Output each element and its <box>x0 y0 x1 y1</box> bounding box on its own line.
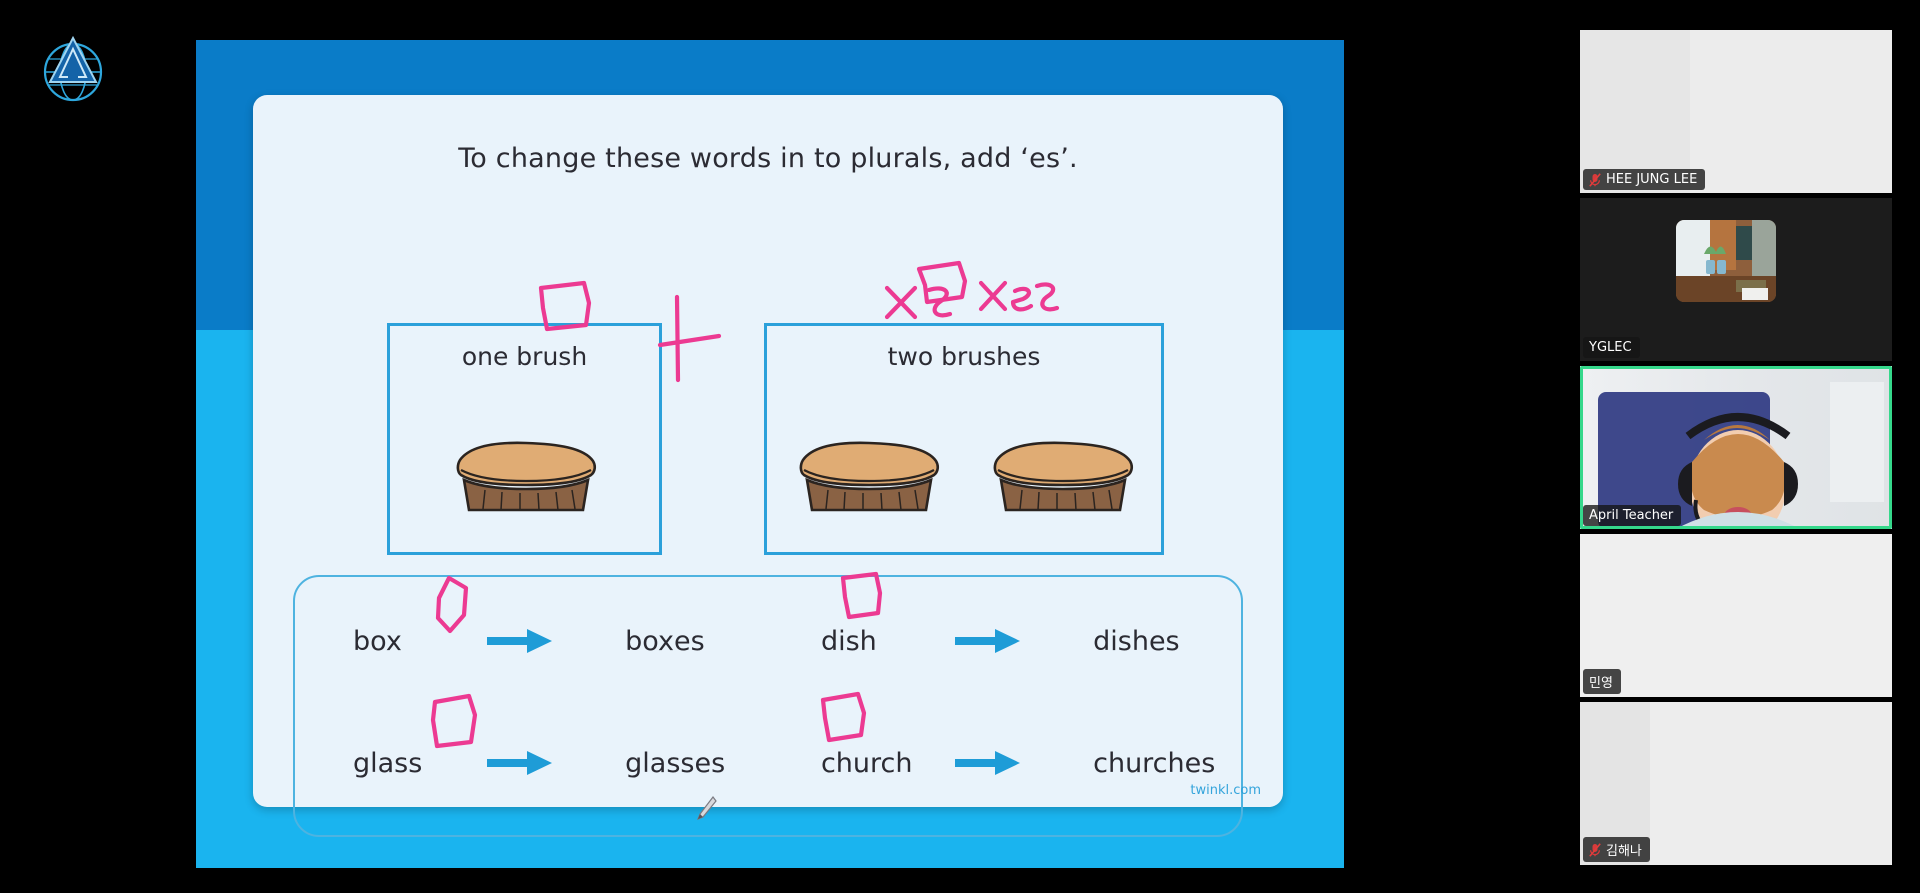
word-plural-cell: glass es <box>625 735 763 791</box>
participant-video <box>1676 220 1776 302</box>
muted-mic-icon <box>1589 842 1601 857</box>
brush-illustration <box>989 430 1137 512</box>
brush-illustration <box>452 430 600 512</box>
right-arrow-icon <box>955 751 1021 775</box>
participant-tile[interactable]: YGLEC <box>1580 198 1892 361</box>
word-singular: church <box>820 747 913 779</box>
word-plural-stem: box <box>625 625 674 657</box>
word-arrow-cell <box>487 613 625 669</box>
word-plural-stem: church <box>1093 747 1185 779</box>
right-arrow-icon <box>487 751 553 775</box>
participant-nametag: 민영 <box>1583 669 1621 694</box>
word-row: glass glass es church church es <box>295 735 1241 791</box>
two-brushes-label: two brushes <box>887 342 1041 371</box>
participant-name: 민영 <box>1589 676 1613 691</box>
participant-rail: HEE JUNG LEE YGLEC April Teacher 민영 김해나 <box>1580 30 1892 865</box>
screen-root: To change these words in to plurals, add… <box>0 0 1920 893</box>
participant-tile[interactable]: HEE JUNG LEE <box>1580 30 1892 193</box>
slide-title: To change these words in to plurals, add… <box>458 143 1078 174</box>
one-brush-box: one brush <box>387 323 662 555</box>
word-row: box box es dish dish es <box>295 613 1241 669</box>
participant-nametag: 김해나 <box>1583 837 1650 862</box>
participant-tile[interactable]: 김해나 <box>1580 702 1892 865</box>
participant-nametag: April Teacher <box>1583 505 1682 526</box>
word-singular: dish <box>820 625 877 657</box>
participant-name: 김해나 <box>1606 844 1642 859</box>
academy-globe-logo <box>34 32 112 108</box>
word-arrow-cell <box>487 735 625 791</box>
participant-tile-active[interactable]: April Teacher <box>1580 366 1892 529</box>
participant-name: YGLEC <box>1589 340 1632 355</box>
word-singular-cell: church <box>821 735 955 791</box>
right-arrow-icon <box>487 629 553 653</box>
twinkl-watermark: twinkl.com <box>1190 783 1261 798</box>
word-plural-stem: dish <box>1093 625 1149 657</box>
word-plural-suffix: es <box>1148 625 1180 657</box>
participant-name: April Teacher <box>1589 508 1674 523</box>
right-arrow-icon <box>955 629 1021 653</box>
word-singular: glass <box>353 747 423 779</box>
one-brush-label: one brush <box>461 342 588 371</box>
pencil-cursor <box>696 795 718 821</box>
participant-tile[interactable]: 민영 <box>1580 534 1892 697</box>
word-arrow-cell <box>955 613 1093 669</box>
participant-nametag: HEE JUNG LEE <box>1583 169 1706 190</box>
word-plural-cell: dish es <box>1093 613 1241 669</box>
word-singular: box <box>353 625 402 657</box>
word-plural-suffix: es <box>1184 747 1216 779</box>
word-singular-cell: dish <box>821 613 955 669</box>
two-brushes-box: two brushes <box>764 323 1164 555</box>
word-singular-cell: box <box>353 613 487 669</box>
word-plural-cell: box es <box>625 613 763 669</box>
brush-illustration <box>795 430 943 512</box>
word-singular-cell: glass <box>353 735 487 791</box>
word-plural-stem: glass <box>625 747 695 779</box>
word-examples-panel: box box es dish dish es glass glass es c… <box>293 575 1243 837</box>
participant-name: HEE JUNG LEE <box>1606 172 1698 187</box>
participant-nametag: YGLEC <box>1583 337 1640 358</box>
shared-screen-slide[interactable]: To change these words in to plurals, add… <box>196 40 1344 868</box>
word-plural-suffix: es <box>673 625 705 657</box>
slide-card: To change these words in to plurals, add… <box>253 95 1283 837</box>
muted-mic-icon <box>1589 172 1601 187</box>
word-arrow-cell <box>955 735 1093 791</box>
word-plural-suffix: es <box>694 747 726 779</box>
comparison-section: one brush two brushes <box>253 275 1283 555</box>
participant-video <box>1580 534 1892 697</box>
